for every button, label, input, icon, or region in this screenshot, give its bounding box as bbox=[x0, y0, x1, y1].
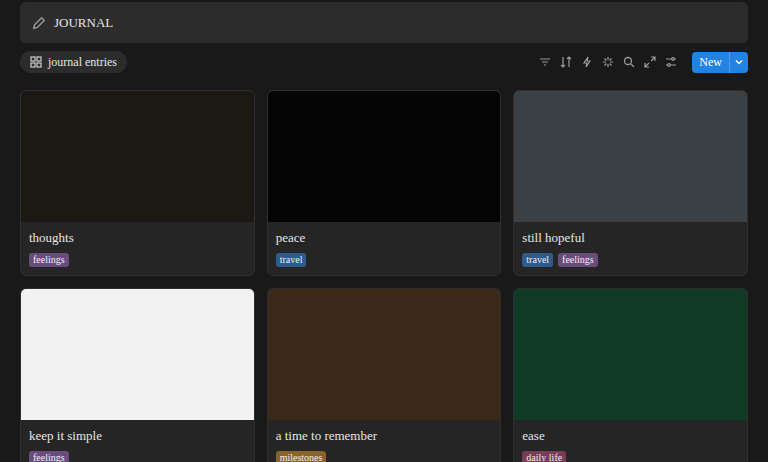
card-title: thoughts bbox=[21, 222, 254, 247]
card-title: ease bbox=[514, 420, 747, 445]
card-cover bbox=[268, 289, 501, 420]
lightning-icon[interactable] bbox=[581, 56, 593, 68]
toolbar: New bbox=[539, 52, 748, 73]
chevron-down-icon bbox=[734, 57, 744, 67]
view-bar: journal entries New bbox=[20, 50, 748, 74]
sparkle-icon[interactable] bbox=[602, 56, 614, 68]
card-title: keep it simple bbox=[21, 420, 254, 445]
pencil-icon bbox=[32, 16, 46, 30]
settings-icon[interactable] bbox=[665, 56, 677, 68]
tag: feelings bbox=[29, 253, 69, 267]
card-cover bbox=[514, 289, 747, 420]
new-button[interactable]: New bbox=[692, 52, 748, 73]
page: JOURNAL journal entries New thoughts feel… bbox=[0, 0, 768, 462]
card-tags: daily life bbox=[514, 445, 747, 462]
gallery-card[interactable]: a time to remember milestones bbox=[267, 288, 502, 462]
sort-icon[interactable] bbox=[560, 56, 572, 68]
tag: milestones bbox=[276, 451, 327, 462]
view-label: journal entries bbox=[48, 53, 117, 71]
new-label: New bbox=[692, 52, 729, 73]
card-cover bbox=[514, 91, 747, 222]
card-cover bbox=[268, 91, 501, 222]
card-title: still hopeful bbox=[514, 222, 747, 247]
gallery-card[interactable]: thoughts feelings bbox=[20, 90, 255, 276]
page-title: JOURNAL bbox=[54, 13, 113, 33]
grid-icon bbox=[30, 56, 42, 68]
tag: travel bbox=[522, 253, 553, 267]
tag: feelings bbox=[29, 451, 69, 462]
tag: feelings bbox=[558, 253, 598, 267]
card-cover bbox=[21, 91, 254, 222]
gallery-card[interactable]: ease daily life bbox=[513, 288, 748, 462]
tag: travel bbox=[276, 253, 307, 267]
card-title: peace bbox=[268, 222, 501, 247]
filter-icon[interactable] bbox=[539, 56, 551, 68]
expand-icon[interactable] bbox=[644, 56, 656, 68]
new-dropdown[interactable] bbox=[729, 52, 748, 73]
card-tags: travel bbox=[268, 247, 501, 275]
card-cover bbox=[21, 289, 254, 420]
card-tags: feelings bbox=[21, 247, 254, 275]
card-tags: travel feelings bbox=[514, 247, 747, 275]
search-icon[interactable] bbox=[623, 56, 635, 68]
card-title: a time to remember bbox=[268, 420, 501, 445]
gallery-card[interactable]: peace travel bbox=[267, 90, 502, 276]
view-tab[interactable]: journal entries bbox=[20, 51, 127, 73]
gallery-card[interactable]: keep it simple feelings bbox=[20, 288, 255, 462]
gallery-card[interactable]: still hopeful travel feelings bbox=[513, 90, 748, 276]
card-tags: milestones bbox=[268, 445, 501, 462]
card-tags: feelings bbox=[21, 445, 254, 462]
tag: daily life bbox=[522, 451, 566, 462]
gallery: thoughtsfeelingspeacetravelstill hopeful… bbox=[20, 90, 748, 462]
header-bar: JOURNAL bbox=[20, 2, 748, 43]
